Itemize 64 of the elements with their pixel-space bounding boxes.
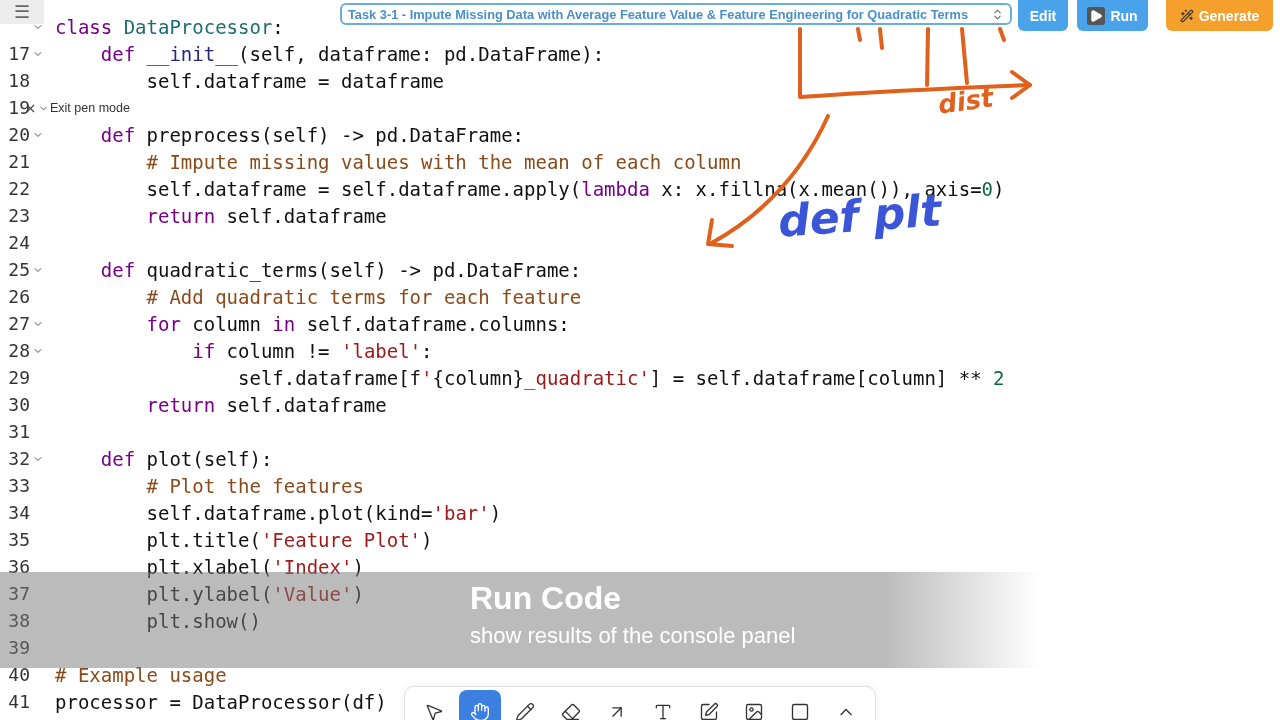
line-number: 31 xyxy=(8,421,30,442)
line-number: 39 xyxy=(8,637,30,658)
edit-button[interactable]: Edit xyxy=(1018,0,1068,31)
line-number: 29 xyxy=(8,367,30,388)
line-number: 23 xyxy=(8,205,30,226)
line-number: 32 xyxy=(8,448,30,469)
code-line: self.dataframe = dataframe xyxy=(145,69,444,92)
line-number: 33 xyxy=(8,475,30,496)
handwritten-note: dist xyxy=(936,82,996,120)
line-number: 27 xyxy=(8,313,30,334)
line-number: 24 xyxy=(8,232,30,253)
line-number: 34 xyxy=(8,502,30,523)
hand-icon xyxy=(469,702,490,720)
code-line: def quadratic_terms(self) -> pd.DataFrame: xyxy=(99,258,582,281)
line-number: 20 xyxy=(8,124,30,145)
code-line: plt.ylabel('Value') xyxy=(145,582,364,605)
line-number: 41 xyxy=(8,691,30,712)
task-select[interactable]: Task 3-1 - Impute Missing Data with Average Feature Value & Feature Engineering for Quadratic Terms xyxy=(340,3,1012,25)
menu-button[interactable]: ☰ xyxy=(0,0,44,24)
line-number: 35 xyxy=(8,529,30,550)
line-number: 38 xyxy=(8,610,30,631)
line-number: 30 xyxy=(8,394,30,415)
line-number: 37 xyxy=(8,583,30,604)
line-number: 22 xyxy=(8,178,30,199)
caption-subtitle: show results of the console panel xyxy=(470,623,796,649)
code-line: # Plot the features xyxy=(145,474,364,497)
code-line: for column in self.dataframe.columns: xyxy=(145,312,570,335)
line-number: 17 xyxy=(8,43,30,64)
image-icon xyxy=(744,702,765,720)
hand-tool[interactable] xyxy=(458,690,501,720)
line-number: 28 xyxy=(8,340,30,361)
line-number: 36 xyxy=(8,556,30,577)
line-number: 21 xyxy=(8,151,30,172)
updown-icon xyxy=(991,7,1004,21)
line-number: 26 xyxy=(8,286,30,307)
code-line: def plot(self): xyxy=(99,447,273,470)
code-line: # Add quadratic terms for each feature xyxy=(145,285,582,308)
code-line: plt.xlabel('Index') xyxy=(145,555,364,578)
code-line: plt.show() xyxy=(145,609,261,632)
code-line: self.dataframe[f'{column}_quadratic'] = self.dataframe[column] ** 2 xyxy=(237,366,1005,389)
code-line: def preprocess(self) -> pd.DataFrame: xyxy=(99,123,524,146)
code-line: return self.dataframe xyxy=(145,393,387,416)
run-button[interactable]: Run xyxy=(1077,0,1148,31)
generate-button[interactable]: Generate xyxy=(1166,0,1273,31)
play-icon xyxy=(1087,6,1106,25)
eraser-icon xyxy=(561,702,582,720)
code-line: plt.title('Feature Plot') xyxy=(145,528,433,551)
line-number: 19 xyxy=(8,97,30,118)
exit-pen-mode-link[interactable]: Exit pen mode xyxy=(50,101,130,115)
line-number: 25 xyxy=(8,259,30,280)
pencil-icon xyxy=(515,702,536,720)
code-line: def __init__(self, dataframe: pd.DataFrame): xyxy=(99,42,605,65)
wand-icon xyxy=(1179,8,1194,23)
code-line: return self.dataframe xyxy=(145,204,387,227)
caption-title: Run Code xyxy=(470,580,622,617)
code-line: if column != 'label': xyxy=(191,339,433,362)
line-number: 18 xyxy=(8,70,30,91)
line-number: 40 xyxy=(8,664,30,685)
code-line: class DataProcessor: xyxy=(55,15,284,38)
code-line: processor = DataProcessor(df) xyxy=(55,690,387,713)
code-line: # Impute missing values with the mean of each column xyxy=(145,150,742,173)
edit-icon xyxy=(698,702,719,720)
code-line: self.dataframe.plot(kind='bar') xyxy=(145,501,502,524)
code-line: # Example usage xyxy=(55,663,227,686)
